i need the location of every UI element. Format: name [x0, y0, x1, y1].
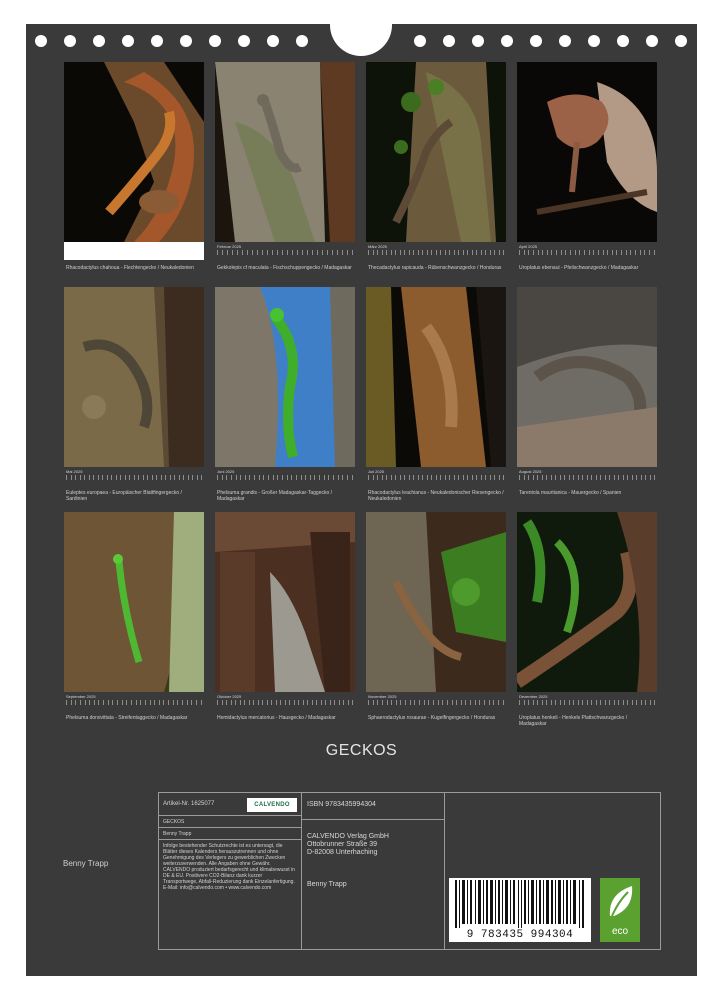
binding-hole — [296, 35, 308, 47]
binding-hole — [151, 35, 163, 47]
binding-hole — [122, 35, 134, 47]
photo-caption: Sphaerodactylus rosaurae - Kugelfingerge… — [368, 715, 496, 721]
month-label: März 2025 — [368, 244, 387, 249]
calendar-back-page: Rhacodactylus chahoua - Flechtengecko / … — [26, 4, 697, 976]
binding-hole — [472, 35, 484, 47]
gecko-photo — [64, 287, 204, 467]
gecko-photo — [215, 287, 355, 467]
divider — [159, 815, 301, 816]
leaf-icon — [609, 886, 633, 917]
date-row — [368, 475, 504, 481]
month-label: September 2025 — [66, 694, 96, 699]
month-label: Oktober 2025 — [217, 694, 242, 699]
author-name: Benny Trapp — [63, 859, 109, 868]
binding-hole — [35, 35, 47, 47]
calendar-title: GECKOS — [325, 742, 398, 759]
legal-notice: Infolge bestehender Schutzrechte ist es … — [163, 843, 295, 891]
publisher-info-box: Artikel-Nr. 1625077 CALVENDO GECKOS Benn… — [158, 792, 661, 950]
barcode-number: 9 783435 994304 — [466, 929, 574, 941]
isbn: ISBN 9783435994304 — [307, 801, 376, 808]
divider — [301, 793, 302, 949]
date-row — [217, 250, 353, 256]
photo-caption: Tarentola mauritanica - Mauergecko / Spa… — [519, 490, 622, 496]
binding-hole — [238, 35, 250, 47]
hanger-cutout — [330, 4, 392, 56]
calvendo-logo: CALVENDO — [247, 798, 297, 812]
divider — [302, 819, 444, 820]
binding-hole — [180, 35, 192, 47]
photo-caption: Uroplatus henkeli - Henkels Plattschwanz… — [519, 715, 628, 727]
month-label: Juli 2025 — [368, 469, 385, 474]
date-row — [217, 700, 353, 706]
binding-hole — [675, 35, 687, 47]
binding-hole — [443, 35, 455, 47]
month-label: Dezember 2025 — [519, 694, 548, 699]
gecko-photo — [517, 62, 657, 242]
photo-caption: Phelsuma grandis - Großer Madagaskar-Tag… — [217, 490, 333, 502]
binding-hole — [646, 35, 658, 47]
month-label: April 2025 — [519, 244, 538, 249]
date-row — [519, 700, 655, 706]
photo-caption: Rhacodactylus leachianus - Neukaledonisc… — [368, 490, 504, 502]
binding-hole — [209, 35, 221, 47]
spiral-binding — [26, 4, 697, 64]
blank-strip — [64, 242, 204, 260]
eco-label: eco — [611, 926, 629, 937]
gecko-photo — [64, 62, 204, 242]
gecko-photo — [366, 287, 506, 467]
product-title: GECKOS — [163, 819, 185, 825]
photo-caption: Gekkolepis cf maculata - Fischschuppenge… — [217, 265, 352, 271]
gecko-photo — [215, 512, 355, 692]
gecko-photo — [517, 287, 657, 467]
photo-caption: Phelsuma dorsivittata - Streifentaggecko… — [66, 715, 188, 721]
divider — [444, 793, 445, 949]
publisher-name: CALVENDO Verlag GmbH — [307, 833, 389, 840]
date-row — [519, 475, 655, 481]
month-label: Juni 2025 — [217, 469, 235, 474]
binding-hole — [93, 35, 105, 47]
date-row — [66, 475, 202, 481]
isbn-barcode: 9 783435 994304 — [449, 878, 591, 942]
binding-hole — [617, 35, 629, 47]
publisher-city: D-82008 Unterhaching — [307, 849, 378, 856]
binding-hole — [64, 35, 76, 47]
photo-caption: Uroplatus ebenaui - Pfeilschwanzgecko / … — [519, 265, 639, 271]
binding-hole — [501, 35, 513, 47]
photo-caption: Thecadactylus rapicauda - Rübenschwanzge… — [368, 265, 502, 271]
date-row — [368, 700, 504, 706]
month-label: Mai 2025 — [66, 469, 83, 474]
binding-hole — [559, 35, 571, 47]
divider — [159, 839, 301, 840]
date-row — [368, 250, 504, 256]
photo-caption: Euleptes europaea - Europäischer Blattfi… — [66, 490, 182, 502]
month-label: August 2025 — [519, 469, 542, 474]
author-credit: Benny Trapp — [307, 881, 347, 888]
binding-hole — [267, 35, 279, 47]
month-label: November 2025 — [368, 694, 397, 699]
date-row — [66, 700, 202, 706]
gecko-photo — [215, 62, 355, 242]
photo-caption: Hemidactylus mercatorius - Hausgecko / M… — [217, 715, 336, 721]
binding-hole — [530, 35, 542, 47]
gecko-photo — [517, 512, 657, 692]
eco-badge: eco — [600, 878, 640, 942]
binding-hole — [414, 35, 426, 47]
publisher-street: Ottobrunner Straße 39 — [307, 841, 378, 848]
product-author: Benny Trapp — [163, 831, 192, 837]
gecko-photo — [64, 512, 204, 692]
article-number: Artikel-Nr. 1625077 — [163, 801, 215, 807]
date-row — [217, 475, 353, 481]
binding-hole — [588, 35, 600, 47]
gecko-photo — [366, 62, 506, 242]
month-label: Februar 2025 — [217, 244, 242, 249]
date-row — [519, 250, 655, 256]
gecko-photo — [366, 512, 506, 692]
divider — [159, 827, 301, 828]
photo-caption: Rhacodactylus chahoua - Flechtengecko / … — [66, 265, 194, 271]
